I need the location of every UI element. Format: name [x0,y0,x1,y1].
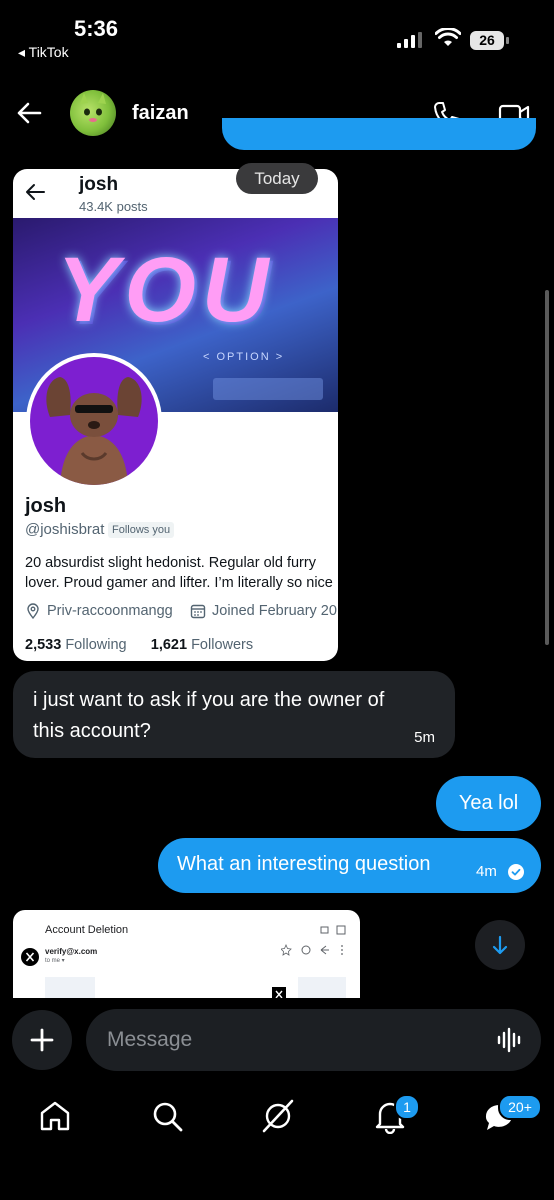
email-print-open-icons [320,925,346,935]
bio-line-2: lover. Proud gamer and lifter. I’m liter… [25,575,333,591]
grok-icon[interactable] [260,1098,296,1134]
back-to-app-link[interactable]: ◂ TikTok [18,44,69,61]
calendar-icon [190,604,206,619]
profile-display-name: josh [25,495,67,517]
profile-picture [26,353,162,489]
profile-header-name: josh [79,174,119,195]
email-recipient: to me ▾ [45,958,65,964]
incoming-message-time: 5m [414,729,435,746]
bio-line-1: 20 absurdist slight hedonist. Regular ol… [25,555,316,571]
voice-message-icon[interactable] [496,1026,524,1054]
shared-image[interactable]: josh 43.4K posts YOU < OPTION > josh @jo… [13,169,338,661]
profile-location: Priv-raccoonmangg [47,603,173,619]
battery-level: 26 [470,31,504,50]
email-subject: Account Deletion [45,924,129,936]
location-icon [27,603,39,619]
avatar-image [80,93,106,122]
incoming-message[interactable]: i just want to ask if you are the owner … [13,671,455,758]
battery-icon: 26 [470,31,510,50]
raccoon-avatar-image [46,377,142,485]
read-receipt-icon [508,864,524,880]
status-time: 5:36 [74,16,119,41]
following-count: 2,533 [25,637,62,653]
profile-back-icon [26,184,45,200]
plus-icon [30,1028,54,1052]
previous-message-bubble[interactable] [222,118,536,150]
contact-avatar[interactable] [70,90,116,136]
notifications-tab[interactable]: 1 [372,1094,420,1136]
following-label: Following [65,637,127,653]
email-content-block [45,977,95,998]
outgoing-message[interactable]: What an interesting question 4m [158,838,541,893]
outgoing-message[interactable]: Yea lol [436,776,541,831]
profile-joined-date: Joined February 20 [212,603,337,619]
outgoing-message-time: 4m [476,863,497,880]
email-x-brand-icon [272,987,286,998]
message-input[interactable]: Message [86,1009,541,1071]
cellular-signal-icon [397,32,422,48]
follows-you-badge: Follows you [108,522,175,538]
profile-bio: 20 absurdist slight hedonist. Regular ol… [25,553,338,593]
date-separator: Today [236,163,318,194]
scrollbar[interactable] [545,290,549,645]
email-action-icons [281,944,343,956]
arrow-down-icon [492,935,508,955]
message-placeholder: Message [107,1028,193,1051]
followers-count: 1,621 [150,637,188,653]
home-icon[interactable] [37,1098,73,1134]
wifi-icon [435,28,461,46]
x-logo-icon [21,948,39,966]
profile-handle: @joshisbrat [25,521,105,538]
add-attachment-button[interactable] [12,1010,72,1070]
email-sender: verify@x.com [45,947,98,956]
profile-post-count: 43.4K posts [79,199,148,214]
banner-keyboard [213,378,323,400]
messages-tab[interactable]: 20+ [482,1094,542,1136]
email-content-block [298,977,346,998]
followers-label: Followers [191,637,254,653]
banner-text: YOU [57,239,275,341]
banner-subtext: < OPTION > [203,351,285,363]
contact-name[interactable]: faizan [132,102,189,125]
back-arrow-icon[interactable] [16,100,42,126]
notifications-badge: 1 [394,1094,420,1120]
scroll-to-bottom-button[interactable] [475,920,525,970]
search-icon[interactable] [149,1098,185,1134]
profile-stats: 2,533 Following 1,621 Followers [25,637,253,653]
incoming-message-text: i just want to ask if you are the owner … [33,689,385,742]
outgoing-message-text: What an interesting question [177,853,431,875]
shared-email-image[interactable]: Account Deletion verify@x.com to me ▾ [13,910,360,998]
messages-badge: 20+ [498,1094,542,1120]
